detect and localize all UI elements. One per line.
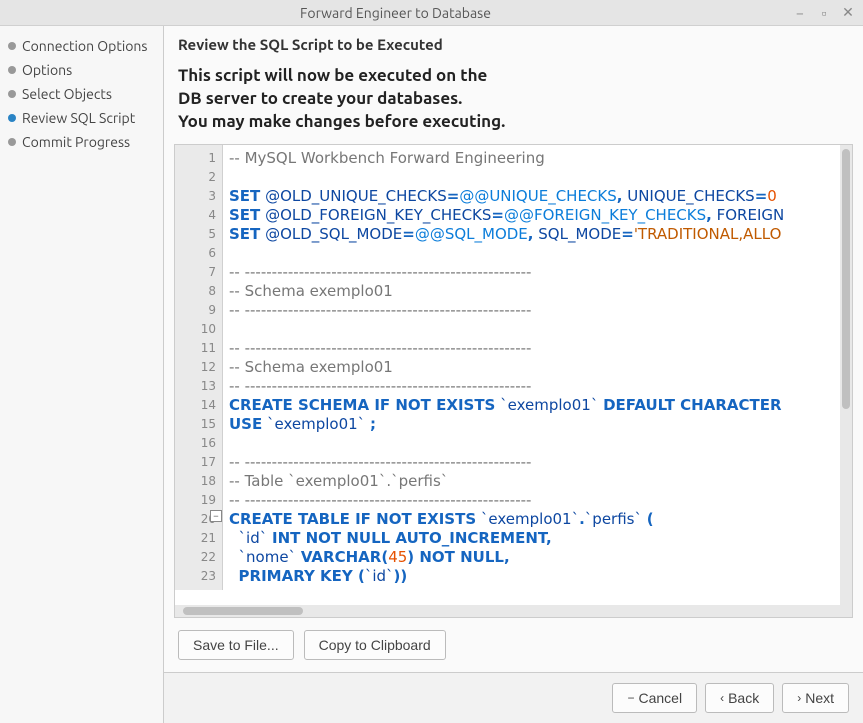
description: This script will now be executed on the … <box>164 55 863 142</box>
close-icon[interactable]: ✕ <box>839 4 857 22</box>
line-number: 18 <box>175 472 216 491</box>
code-area[interactable]: -- MySQL Workbench Forward Engineering SE… <box>223 145 852 590</box>
editor-buttons: Save to File... Copy to Clipboard <box>164 618 863 672</box>
line-number: 22 <box>175 548 216 567</box>
code-line[interactable]: PRIMARY KEY (`id`)) <box>229 567 846 586</box>
wizard-steps-sidebar: Connection Options Options Select Object… <box>0 26 164 723</box>
line-number: 2 <box>175 168 216 187</box>
line-number: 17 <box>175 453 216 472</box>
sidebar-item-select-objects[interactable]: Select Objects <box>0 82 163 106</box>
line-number: 21 <box>175 529 216 548</box>
fold-minus-icon[interactable]: − <box>210 510 222 522</box>
code-line[interactable]: -- Schema exemplo01 <box>229 358 846 377</box>
line-number: 15 <box>175 415 216 434</box>
line-number: 8 <box>175 282 216 301</box>
sidebar-item-label: Options <box>22 62 72 78</box>
description-line: DB server to create your databases. <box>178 88 849 111</box>
chevron-right-icon: › <box>797 691 801 705</box>
code-line[interactable]: CREATE TABLE IF NOT EXISTS `exemplo01`.`… <box>229 510 846 529</box>
sidebar-item-label: Select Objects <box>22 86 112 102</box>
dialog-window: Forward Engineer to Database − ▫ ✕ Conne… <box>0 0 863 723</box>
titlebar: Forward Engineer to Database − ▫ ✕ <box>0 0 863 26</box>
window-title: Forward Engineer to Database <box>6 5 785 21</box>
page-title: Review the SQL Script to be Executed <box>178 36 849 53</box>
dialog-footer: −Cancel ‹ Back › Next <box>164 672 863 723</box>
line-number: 16 <box>175 434 216 453</box>
code-line[interactable]: -- Schema exemplo01 <box>229 282 846 301</box>
minus-icon: − <box>627 691 634 705</box>
line-number: 7 <box>175 263 216 282</box>
scrollbar-thumb[interactable] <box>842 149 850 409</box>
sidebar-item-label: Connection Options <box>22 38 148 54</box>
code-line[interactable]: -- Table `exemplo01`.`perfis` <box>229 472 846 491</box>
code-line[interactable]: -- -------------------------------------… <box>229 453 846 472</box>
copy-to-clipboard-button[interactable]: Copy to Clipboard <box>304 630 446 660</box>
chevron-left-icon: ‹ <box>720 691 724 705</box>
line-number-gutter: 1234567891011121314151617181920212223 <box>175 145 223 590</box>
sidebar-item-connection-options[interactable]: Connection Options <box>0 34 163 58</box>
line-number: 23 <box>175 567 216 586</box>
line-number: 13 <box>175 377 216 396</box>
line-number: 6 <box>175 244 216 263</box>
code-line[interactable]: -- -------------------------------------… <box>229 491 846 510</box>
code-line[interactable]: -- -------------------------------------… <box>229 263 846 282</box>
back-button[interactable]: ‹ Back <box>705 683 774 713</box>
line-number: 11 <box>175 339 216 358</box>
code-line[interactable]: `id` INT NOT NULL AUTO_INCREMENT, <box>229 529 846 548</box>
code-line[interactable]: -- MySQL Workbench Forward Engineering <box>229 149 846 168</box>
vertical-scrollbar[interactable] <box>840 145 852 605</box>
line-number: 4 <box>175 206 216 225</box>
description-line: You may make changes before executing. <box>178 111 849 134</box>
bullet-icon <box>8 138 16 146</box>
save-to-file-button[interactable]: Save to File... <box>178 630 294 660</box>
code-line[interactable]: USE `exemplo01` ; <box>229 415 846 434</box>
scrollbar-thumb[interactable] <box>183 607 303 615</box>
code-line[interactable]: SET @OLD_UNIQUE_CHECKS=@@UNIQUE_CHECKS, … <box>229 187 846 206</box>
sidebar-item-review-sql-script[interactable]: Review SQL Script <box>0 106 163 130</box>
line-number: 1 <box>175 149 216 168</box>
line-number: 19 <box>175 491 216 510</box>
bullet-icon <box>8 42 16 50</box>
code-line[interactable]: `nome` VARCHAR(45) NOT NULL, <box>229 548 846 567</box>
line-number: 9 <box>175 301 216 320</box>
next-button[interactable]: › Next <box>782 683 849 713</box>
code-line[interactable] <box>229 244 846 263</box>
code-line[interactable]: -- -------------------------------------… <box>229 301 846 320</box>
bullet-icon <box>8 114 16 122</box>
line-number: 3 <box>175 187 216 206</box>
code-line[interactable] <box>229 434 846 453</box>
minimize-icon[interactable]: − <box>791 4 809 22</box>
line-number: 10 <box>175 320 216 339</box>
cancel-button[interactable]: −Cancel <box>612 683 697 713</box>
code-line[interactable]: SET @OLD_SQL_MODE=@@SQL_MODE, SQL_MODE='… <box>229 225 846 244</box>
main-panel: Review the SQL Script to be Executed Thi… <box>164 26 863 723</box>
sidebar-item-options[interactable]: Options <box>0 58 163 82</box>
sql-editor[interactable]: 1234567891011121314151617181920212223 --… <box>174 144 853 618</box>
code-line[interactable]: -- -------------------------------------… <box>229 377 846 396</box>
sidebar-item-commit-progress[interactable]: Commit Progress <box>0 130 163 154</box>
code-line[interactable]: CREATE SCHEMA IF NOT EXISTS `exemplo01` … <box>229 396 846 415</box>
sidebar-item-label: Commit Progress <box>22 134 130 150</box>
description-line: This script will now be executed on the <box>178 65 849 88</box>
maximize-icon[interactable]: ▫ <box>815 4 833 22</box>
content-area: Connection Options Options Select Object… <box>0 26 863 723</box>
sidebar-item-label: Review SQL Script <box>22 110 135 126</box>
bullet-icon <box>8 66 16 74</box>
button-label: Next <box>805 690 834 706</box>
button-label: Back <box>728 690 759 706</box>
horizontal-scrollbar[interactable] <box>175 605 852 617</box>
code-line[interactable] <box>229 320 846 339</box>
line-number: 12 <box>175 358 216 377</box>
page-header: Review the SQL Script to be Executed <box>164 26 863 55</box>
line-number: 14 <box>175 396 216 415</box>
button-label: Cancel <box>638 690 682 706</box>
code-line[interactable]: SET @OLD_FOREIGN_KEY_CHECKS=@@FOREIGN_KE… <box>229 206 846 225</box>
code-line[interactable] <box>229 168 846 187</box>
bullet-icon <box>8 90 16 98</box>
line-number: 5 <box>175 225 216 244</box>
code-line[interactable]: -- -------------------------------------… <box>229 339 846 358</box>
